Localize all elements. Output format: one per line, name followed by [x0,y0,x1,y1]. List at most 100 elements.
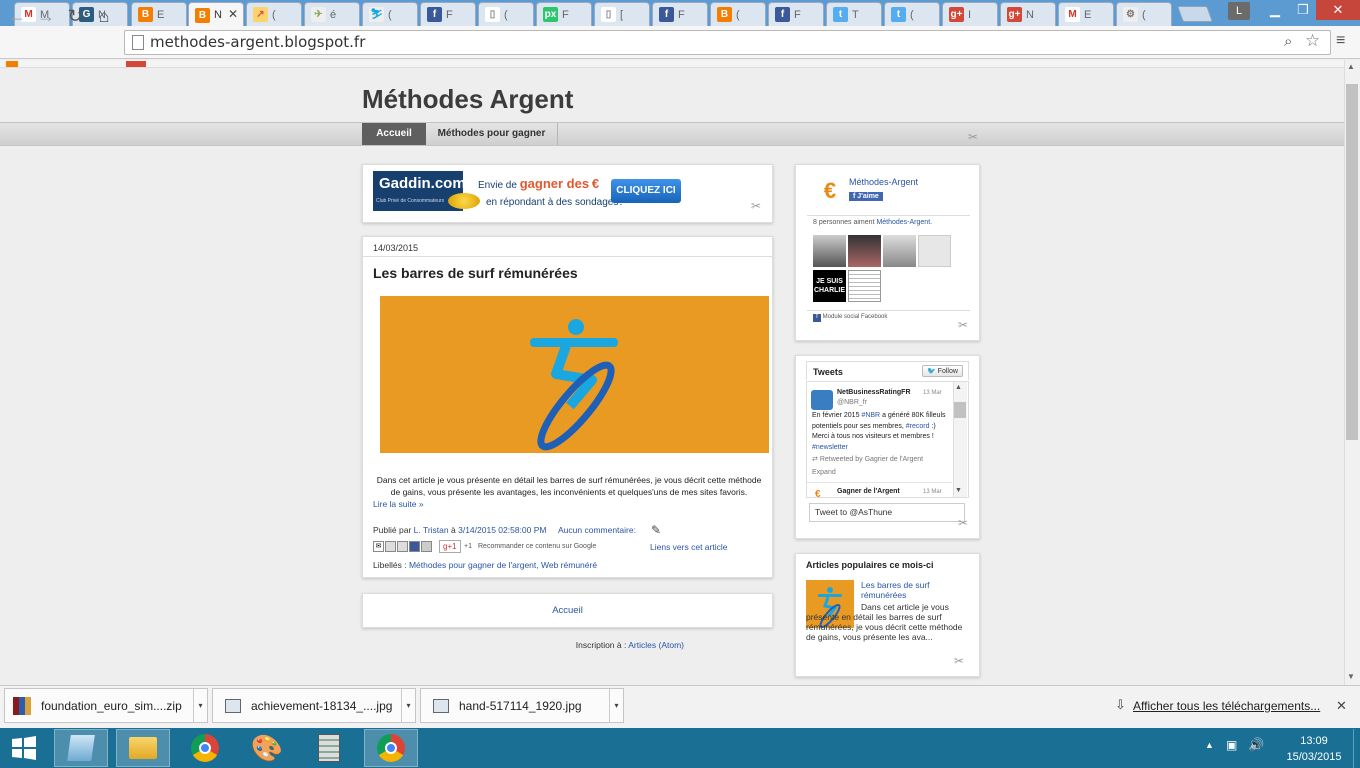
twitter-share-icon[interactable] [397,541,408,552]
timeline-scrollbar[interactable] [953,382,967,497]
start-button[interactable] [0,729,48,767]
follow-button[interactable]: 🐦 Follow [922,365,963,377]
avatar[interactable] [813,235,846,267]
avatar[interactable] [883,235,916,267]
pinterest-share-icon[interactable] [421,541,432,552]
browser-tab[interactable]: g+ N [1000,2,1056,26]
home-icon[interactable]: ⌂ [93,6,115,26]
email-icon[interactable]: ✉ [373,541,384,552]
tweet-handle[interactable]: @NBR_fr [837,399,867,406]
tray-chevron-icon[interactable]: ▲ [1205,740,1214,750]
browser-tab[interactable]: B( [710,2,766,26]
clock[interactable]: 13:09 15/03/2015 [1284,733,1344,765]
browser-tab[interactable]: ▯[ [594,2,650,26]
expand-link[interactable]: Expand [812,469,836,476]
fb-plugin-text[interactable]: Module social Facebook [823,314,888,320]
hashtag-link[interactable]: #record [906,423,930,430]
ad-text[interactable]: Envie de gagner des € en répondant à des… [478,175,624,211]
url-text[interactable]: methodes-argent.blogspot.fr [150,33,365,51]
browser-tab[interactable]: ✈ é [304,2,360,26]
pencil-icon[interactable]: ✎ [651,523,661,537]
label-link[interactable]: Méthodes pour gagner de l'argent, [409,560,539,570]
tab-close-icon[interactable]: ✕ [228,7,238,21]
tab-home[interactable]: Accueil [362,123,426,145]
avatar[interactable]: JE SUIS CHARLIE [813,270,846,302]
bookmark-star-icon[interactable]: ☆ [1305,31,1320,51]
back-icon[interactable]: ← [6,6,28,26]
author-link[interactable]: L. Tristan [414,525,449,535]
browser-tab[interactable]: g+ I [942,2,998,26]
fb-like-button[interactable]: f J'aime [849,192,883,201]
taskbar-explorer[interactable] [116,729,170,767]
forward-icon[interactable]: → [35,6,57,26]
blogger-icon[interactable] [6,61,18,67]
taskbar-notepad[interactable] [54,729,108,767]
scroll-down-icon[interactable]: ▼ [955,487,962,494]
show-all-downloads-link[interactable]: Afficher tous les téléchargements... [1133,699,1320,713]
scroll-up-icon[interactable]: ▲ [1347,62,1355,71]
tweet-date[interactable]: 13 Mar [923,489,942,495]
browser-tab[interactable]: ⛷( [362,2,418,26]
close-icon[interactable]: ✕ [1336,698,1347,714]
scroll-down-icon[interactable]: ▼ [1347,672,1355,681]
post-title[interactable]: Les barres de surf rémunérées [373,265,578,281]
tweet-author[interactable]: NetBusinessRatingFR [837,389,911,396]
retweet-text[interactable]: Retweeted by Gagrier de l'Argent [820,456,923,463]
edit-wrench-icon[interactable]: ✂ [954,654,964,668]
menu-icon[interactable]: ≡ [1336,32,1345,50]
zoom-search-icon[interactable]: ⌕ [1284,33,1292,50]
download-item[interactable]: hand-517114_1920.jpg ▾ [420,688,624,723]
browser-tab[interactable]: ME [1058,2,1114,26]
volume-icon[interactable]: 🔊 [1248,737,1264,753]
avatar[interactable] [848,270,881,302]
euro-logo-icon[interactable]: € [817,178,843,204]
tweet-avatar[interactable] [811,390,833,410]
profile-badge[interactable]: L [1228,2,1250,20]
avatar[interactable] [918,235,951,267]
fb-count-link[interactable]: Méthodes-Argent. [876,219,932,226]
network-icon[interactable]: ▣ [1226,738,1237,752]
home-link[interactable]: Accueil [362,605,773,616]
facebook-share-icon[interactable] [409,541,420,552]
scroll-up-icon[interactable]: ▲ [955,384,962,391]
post-image[interactable] [380,296,769,453]
edit-wrench-icon[interactable]: ✂ [751,199,761,213]
edit-wrench-icon[interactable]: ✂ [958,516,968,530]
browser-tab[interactable]: ⚙( [1116,2,1172,26]
browser-tab[interactable]: BE [131,2,187,26]
browser-tab[interactable]: t( [884,2,940,26]
browser-tab[interactable]: fF [768,2,824,26]
close-window-icon[interactable]: ✕ [1316,0,1360,20]
fb-page-name[interactable]: Méthodes-Argent [849,177,918,187]
browser-tab[interactable]: fF [652,2,708,26]
chevron-down-icon[interactable]: ▾ [193,689,207,722]
blog-title[interactable]: Méthodes Argent [362,84,573,115]
comments-link[interactable]: Aucun commentaire: [558,525,636,535]
chevron-down-icon[interactable]: ▾ [609,689,623,722]
taskbar-paint[interactable]: 🎨 [240,729,294,767]
googleplus-icon[interactable] [126,61,146,67]
show-desktop-button[interactable] [1353,729,1360,768]
read-more-link[interactable]: Lire la suite » [373,499,424,509]
atom-feed-link[interactable]: Articles (Atom) [628,640,684,650]
gplus-button[interactable]: g+1 [439,540,461,553]
new-tab-button[interactable] [1177,6,1213,22]
browser-tab[interactable]: tT [826,2,882,26]
taskbar-calculator[interactable] [302,729,356,767]
minimize-icon[interactable]: ▁ [1262,0,1288,20]
scrollbar-thumb[interactable] [954,402,966,418]
label-link[interactable]: Web rémunéré [541,560,597,570]
hashtag-link[interactable]: #newsletter [812,444,848,451]
tab-methods[interactable]: Méthodes pour gagner [426,123,558,145]
reload-icon[interactable]: ↻ [64,6,86,26]
popular-post-title[interactable]: Les barres de surf rémunérées [861,580,961,600]
tweet-input[interactable]: Tweet to @AsThune [809,503,965,522]
browser-tab[interactable]: ↗( [246,2,302,26]
hashtag-link[interactable]: #NBR [861,412,880,419]
download-item[interactable]: achievement-18134_....jpg ▾ [212,688,416,723]
chevron-down-icon[interactable]: ▾ [401,689,415,722]
edit-wrench-icon[interactable]: ✂ [958,318,968,332]
edit-wrench-icon[interactable]: ✂ [968,130,978,144]
browser-tab[interactable]: ▯( [478,2,534,26]
browser-tab[interactable]: fF [420,2,476,26]
